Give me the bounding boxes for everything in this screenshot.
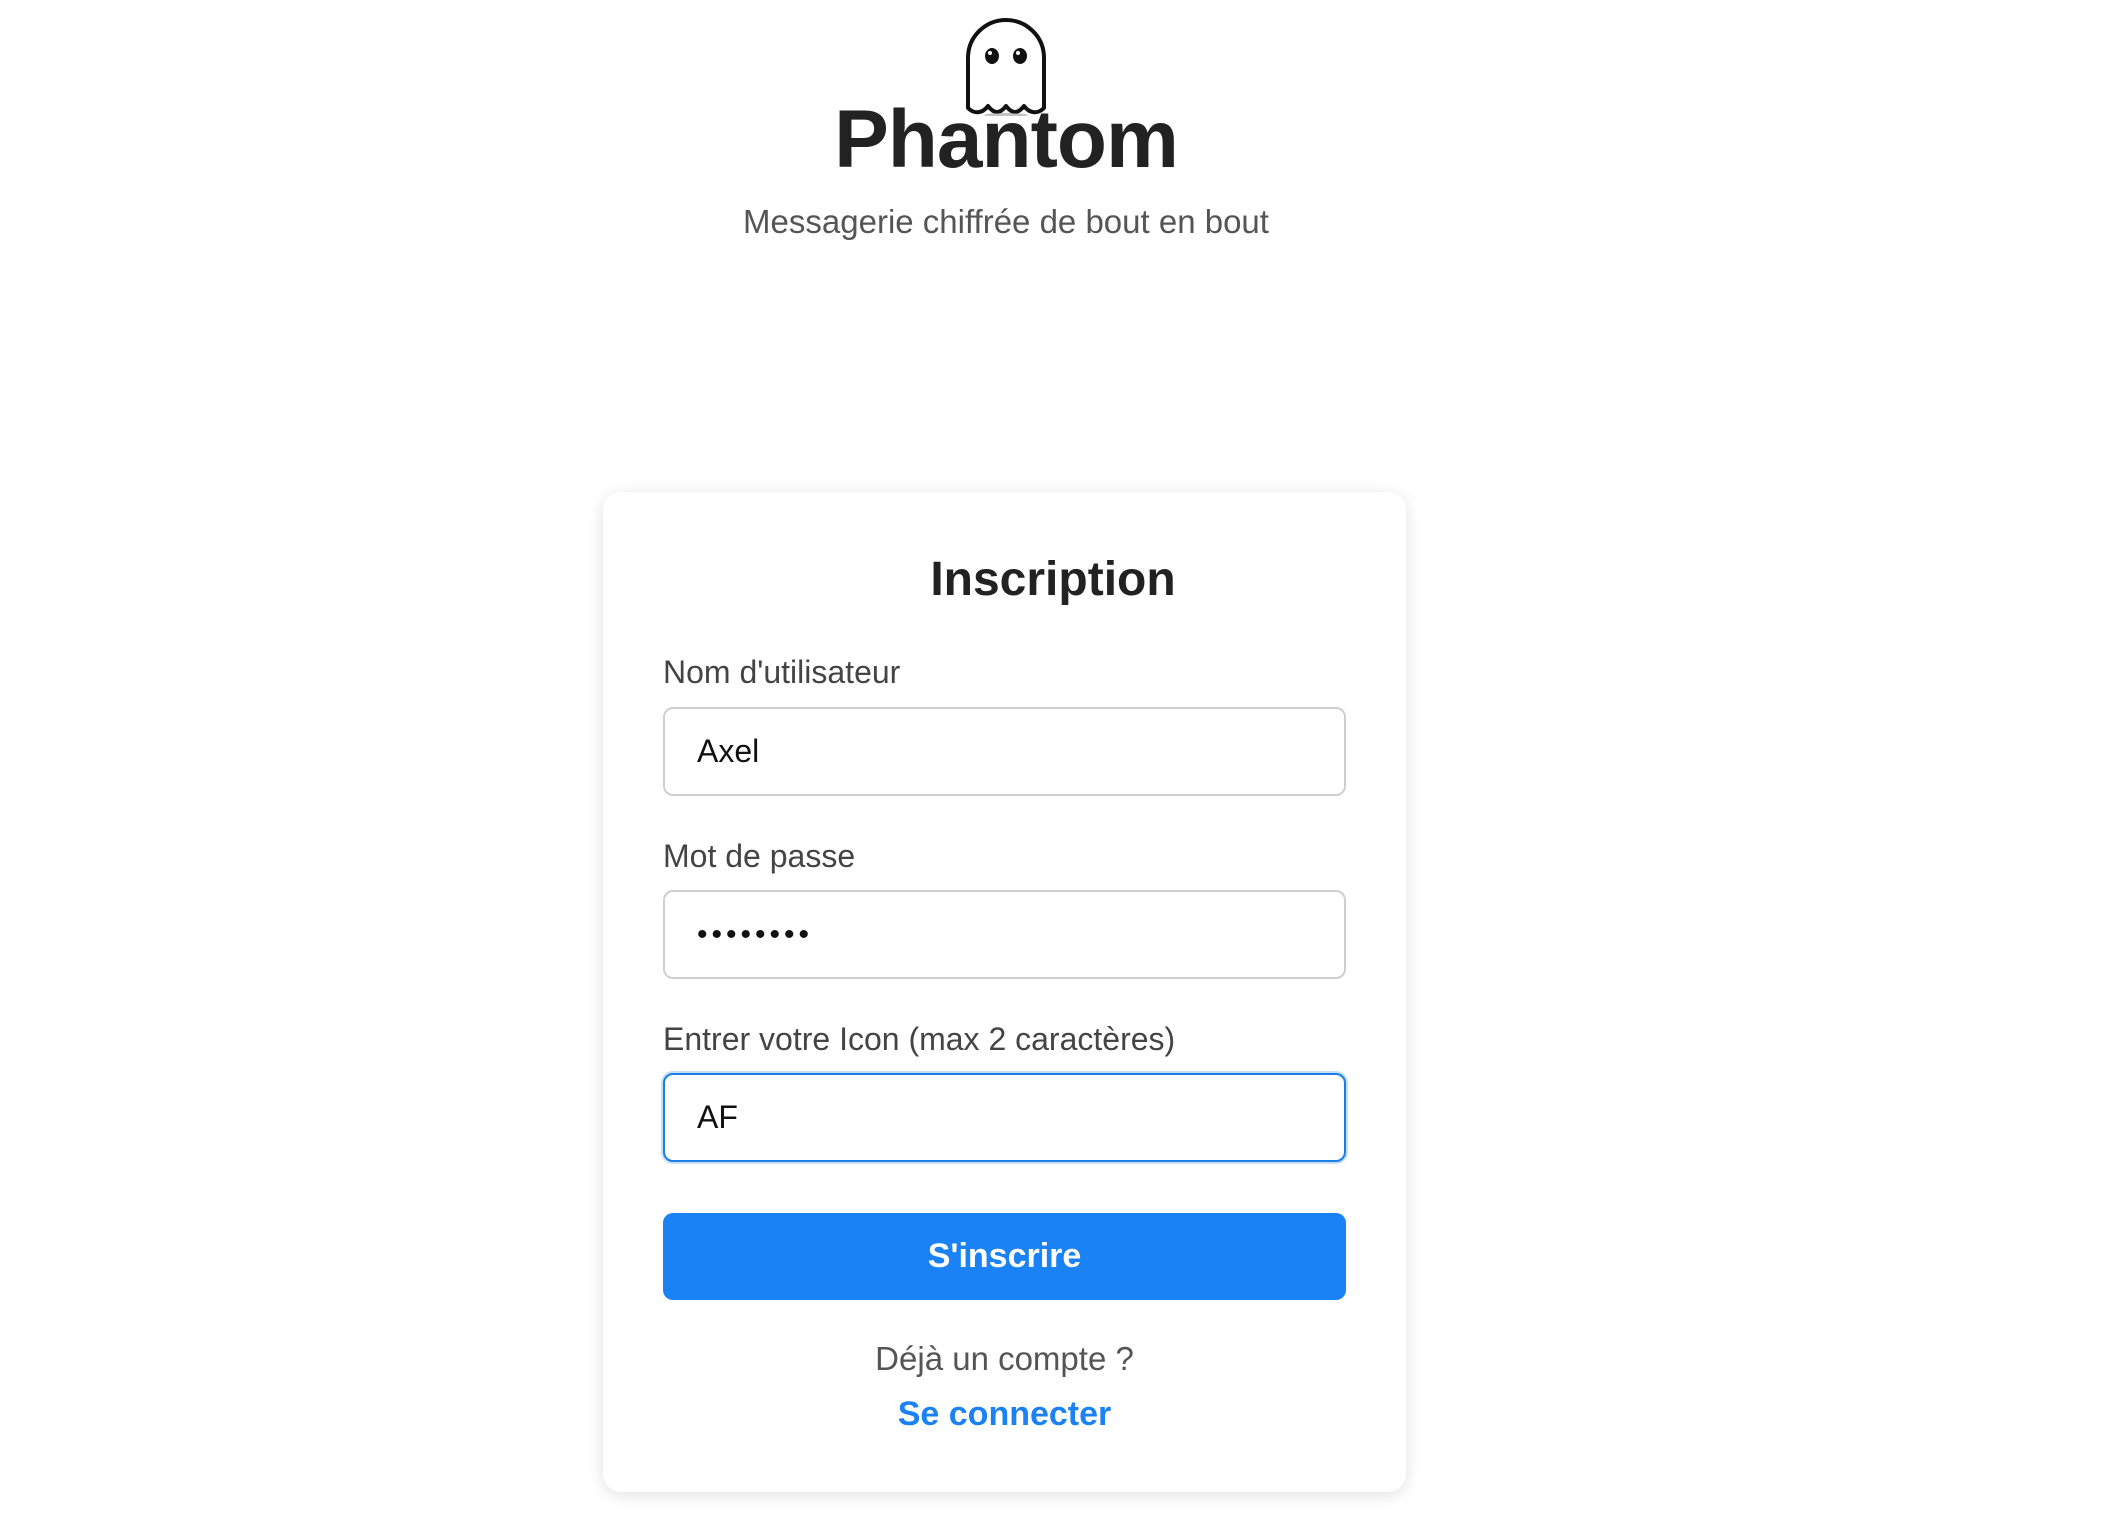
username-input[interactable] (663, 707, 1346, 796)
already-account-text: Déjà un compte ? (875, 1340, 1134, 1377)
app-title: Phantom (834, 94, 1179, 185)
app-tagline: Messagerie chiffrée de bout en bout (743, 203, 1269, 240)
username-label: Nom d'utilisateur (663, 654, 901, 690)
form-title: Inscription (930, 553, 1176, 606)
password-input[interactable] (663, 890, 1346, 979)
icon-input[interactable] (663, 1073, 1346, 1162)
icon-label: Entrer votre Icon (max 2 caractères) (663, 1021, 1176, 1057)
page: Phantom Messagerie chiffrée de bout en b… (0, 0, 2106, 1516)
login-link[interactable]: Se connecter (603, 1392, 1406, 1436)
password-label: Mot de passe (663, 838, 856, 874)
signup-button[interactable]: S'inscrire (663, 1213, 1346, 1300)
